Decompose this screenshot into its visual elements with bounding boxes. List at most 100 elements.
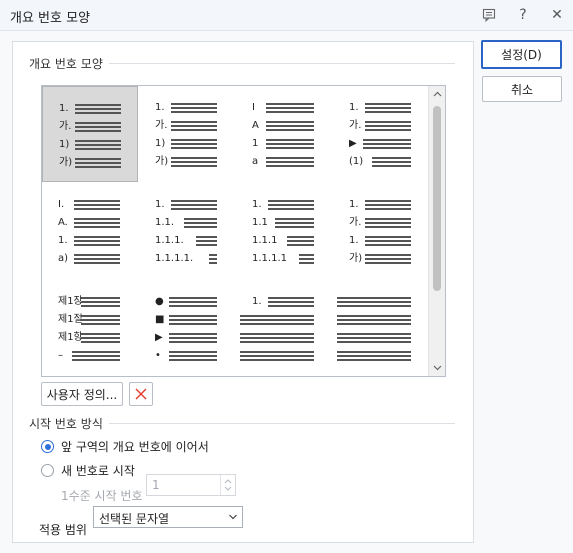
preview-label: 1.1.1. — [155, 235, 184, 246]
preview-label: A. — [58, 217, 68, 228]
numbering-style-option[interactable]: I. A. 1. a) — [42, 183, 138, 279]
custom-define-button[interactable]: 사용자 정의... — [41, 382, 123, 406]
preview-lines — [169, 333, 217, 343]
preview-lines — [169, 297, 217, 307]
preview-row: 1.1.1 — [236, 235, 332, 247]
dialog-body: 개요 번호 모양 1. 가. 1) 가) 1. 가. 1) 가) I A 1 a 1. 가. ▶ (1) I. A… — [0, 31, 573, 553]
preview-lines — [268, 297, 314, 307]
preview-row: 1.1.1.1. — [139, 253, 235, 265]
preview-label: 1) — [155, 138, 166, 149]
preview-row: 1.1 — [236, 217, 332, 229]
preview-label: 1.1.1 — [252, 235, 278, 246]
numbering-style-option[interactable]: ● ■ ▶ • — [139, 280, 235, 376]
preview-label: 1.1 — [252, 217, 268, 228]
preview-lines — [169, 315, 217, 325]
preview-row: 1) — [43, 139, 139, 151]
grid-scrollbar[interactable] — [428, 86, 445, 376]
preview-lines — [183, 218, 217, 228]
preview-row: 1. — [42, 235, 138, 247]
preview-row: 1. — [236, 199, 332, 211]
scroll-up-icon[interactable] — [429, 86, 445, 102]
preview-lines — [80, 297, 120, 307]
radio-continue[interactable] — [41, 440, 54, 453]
preview-lines — [75, 140, 121, 150]
preview-lines — [365, 103, 411, 113]
preview-row — [333, 332, 429, 344]
numbering-style-option[interactable]: 1. 가. ▶ (1) — [333, 86, 429, 182]
preview-label: 가) — [349, 253, 363, 264]
preview-lines — [337, 297, 411, 307]
preview-label: 가. — [349, 120, 362, 131]
preview-row: 가) — [43, 157, 139, 169]
preview-lines — [196, 236, 217, 246]
preview-label: 1.1. — [155, 217, 175, 228]
preview-label: I — [252, 102, 255, 113]
preview-lines — [365, 254, 411, 264]
radio-continue-label: 앞 구역의 개요 번호에 이어서 — [61, 440, 209, 454]
preview-label: (1) — [349, 156, 364, 167]
preview-label: ▶ — [349, 138, 357, 149]
preview-lines — [240, 351, 314, 361]
preview-label: 1. — [349, 199, 359, 210]
numbering-style-option[interactable]: 제1장 제1절 제1항 – — [42, 280, 138, 376]
numbering-style-option[interactable]: 1. 가. 1. 가) — [333, 183, 429, 279]
preview-row: I. — [42, 199, 138, 211]
preview-label: 1.1.1.1 — [252, 253, 287, 264]
numbering-style-option[interactable] — [333, 280, 429, 376]
preview-label: ● — [155, 296, 164, 307]
numbering-style-option[interactable]: 1. 가. 1) 가) — [42, 86, 138, 182]
help-button[interactable]: ? — [512, 5, 534, 25]
preview-row: – — [42, 350, 138, 362]
scroll-down-icon[interactable] — [429, 360, 445, 376]
radio-new-start[interactable] — [41, 464, 54, 477]
start-section-title: 시작 번호 방식 — [29, 415, 109, 432]
delete-x-icon — [135, 388, 147, 400]
preview-row: 제1장 — [42, 296, 138, 308]
preview-lines — [266, 103, 314, 113]
preview-row: 1. — [236, 296, 332, 308]
numbering-style-grid: 1. 가. 1) 가) 1. 가. 1) 가) I A 1 a 1. 가. ▶ (1) I. A. 1. a) 1. 1.… — [41, 85, 446, 377]
preview-label: ■ — [155, 314, 165, 325]
preview-label: 1. — [349, 235, 359, 246]
preview-row: ● — [139, 296, 235, 308]
preview-label: 제1절 — [58, 314, 83, 325]
numbering-style-option[interactable]: 1. 1.1. 1.1.1. 1.1.1.1. — [139, 183, 235, 279]
preview-lines — [365, 236, 411, 246]
spinner-arrows[interactable] — [220, 475, 235, 495]
preview-row — [236, 314, 332, 326]
preview-row: 1. — [139, 199, 235, 211]
level1-start-spinner[interactable]: 1 — [146, 474, 236, 496]
preview-lines — [240, 315, 314, 325]
numbering-style-option[interactable]: IA 1 a — [236, 86, 332, 182]
apply-scope-select[interactable]: 선택된 문자열 — [93, 506, 243, 528]
chevron-down-icon — [229, 514, 237, 520]
apply-scope-value: 선택된 문자열 — [99, 512, 170, 526]
preview-lines — [74, 218, 120, 228]
numbering-style-option[interactable]: 1. 1.1 1.1.1 1.1.1.1 — [236, 183, 332, 279]
preview-row: 가. — [333, 217, 429, 229]
preview-row — [236, 332, 332, 344]
delete-button[interactable] — [129, 382, 153, 406]
preview-label: 1. — [252, 296, 262, 307]
preview-row — [333, 296, 429, 308]
preview-lines — [365, 121, 411, 131]
cancel-button[interactable]: 취소 — [482, 76, 562, 102]
preview-lines — [299, 254, 314, 264]
preview-row: 가. — [139, 120, 235, 132]
numbering-style-option[interactable]: 1. 가. 1) 가) — [139, 86, 235, 182]
scroll-thumb[interactable] — [433, 106, 441, 291]
preview-row: a) — [42, 253, 138, 265]
preview-label: 1. — [155, 199, 165, 210]
preview-row: 제1절 — [42, 314, 138, 326]
preview-label: 1 — [252, 138, 259, 149]
comment-icon[interactable] — [478, 5, 500, 25]
section-title: 개요 번호 모양 — [29, 55, 109, 72]
ok-button[interactable]: 설정(D) — [481, 40, 562, 69]
preview-lines — [74, 200, 120, 210]
radio-new-label: 새 번호로 시작 — [61, 464, 135, 478]
preview-row: ▶ — [333, 138, 429, 150]
numbering-style-option[interactable]: 1. — [236, 280, 332, 376]
close-button[interactable]: ✕ — [546, 5, 568, 25]
preview-lines — [75, 158, 121, 168]
preview-row: 가. — [43, 121, 139, 133]
